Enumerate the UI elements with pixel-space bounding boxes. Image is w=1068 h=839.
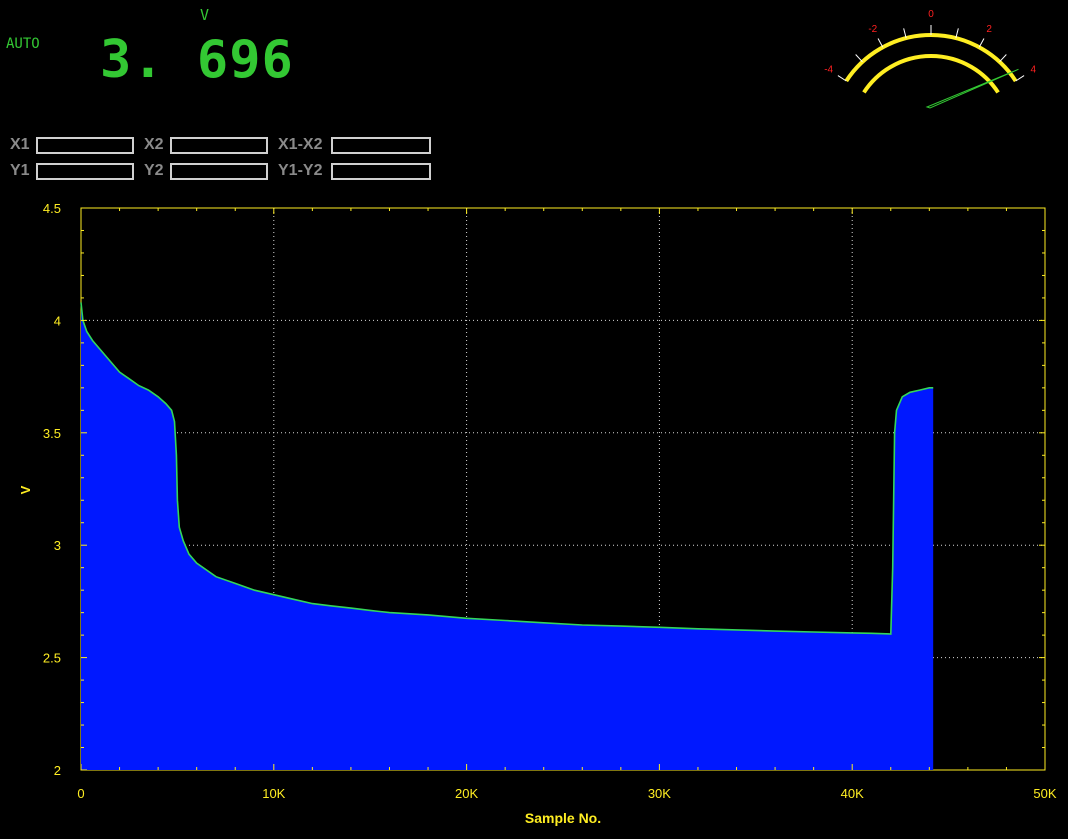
cursor-row-y: Y1 Y2 Y1-Y2: [10, 161, 431, 181]
gauge-needle: [925, 68, 1019, 109]
gauge-tick: [999, 54, 1007, 63]
unit-label: V: [200, 6, 210, 24]
cursor-row-x: X1 X2 X1-X2: [10, 135, 431, 155]
x2-label: X2: [144, 136, 164, 153]
gauge-tick-label: 4: [1031, 65, 1037, 76]
x-tick-label: 10K: [262, 786, 285, 801]
gauge-tick: [837, 75, 847, 82]
y-tick-label: 4.5: [43, 201, 61, 216]
voltage-chart: 0 10K 20K 30K 40K 50K22.533.544.5 Sample No. …: [18, 201, 1057, 826]
y-axis-title: V: [18, 485, 33, 494]
gauge-tick-label: -4: [824, 65, 833, 76]
y1-label: Y1: [10, 162, 30, 179]
y-tick-label: 2.5: [43, 651, 61, 666]
x-diff-label: X1-X2: [278, 136, 323, 153]
x-tick-label: 50K: [1033, 786, 1056, 801]
gauge-tick-label: -2: [868, 24, 877, 35]
x-axis-title: Sample No.: [525, 810, 601, 826]
y-diff-field[interactable]: [331, 162, 431, 180]
y2-field[interactable]: [170, 162, 268, 180]
y-tick-label: 2: [54, 763, 61, 778]
gauge-tick: [855, 54, 863, 63]
x1-label: X1: [10, 136, 30, 153]
y2-label: Y2: [144, 162, 164, 179]
gauge-tick: [1015, 75, 1025, 82]
gauge-tick: [978, 38, 985, 48]
x-tick-label: 20K: [455, 786, 478, 801]
x-tick-label: 30K: [648, 786, 671, 801]
gauge-tick-label: 2: [986, 24, 992, 35]
auto-range-label: AUTO: [6, 36, 40, 52]
y-tick-label: 3.5: [43, 426, 61, 441]
x-diff-field[interactable]: [331, 136, 431, 154]
x2-field[interactable]: [170, 136, 268, 154]
voltage-reading: 3. 696: [100, 30, 294, 90]
y-diff-label: Y1-Y2: [278, 162, 323, 179]
analog-gauge: -4 -2 0 2 4: [824, 9, 1037, 109]
x-tick-label: 40K: [841, 786, 864, 801]
y-tick-label: 3: [54, 538, 61, 553]
x1-field[interactable]: [36, 136, 134, 154]
y-tick-label: 4: [54, 313, 61, 328]
gauge-tick: [877, 38, 884, 48]
gauge-tick-label: 0: [928, 9, 934, 20]
x-tick-label: 0: [77, 786, 84, 801]
y1-field[interactable]: [36, 162, 134, 180]
